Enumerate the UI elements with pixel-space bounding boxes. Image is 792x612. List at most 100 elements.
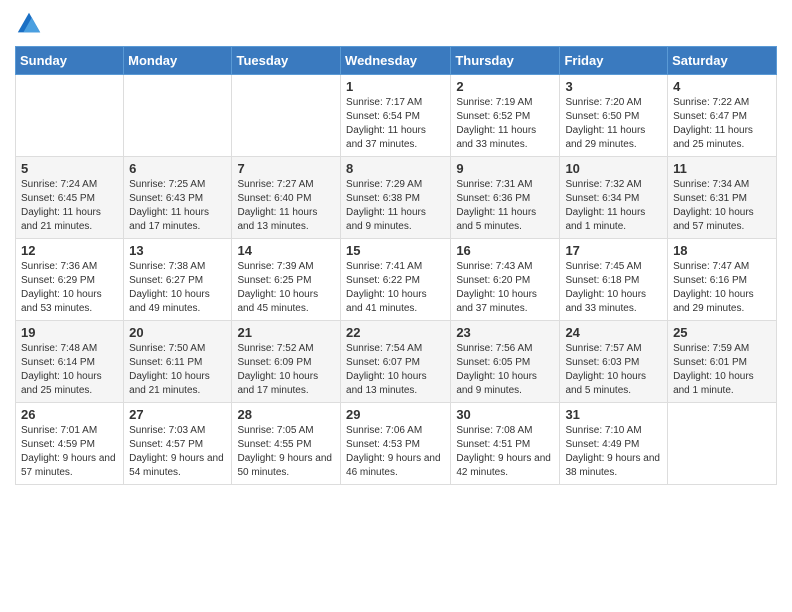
calendar-cell: 23Sunrise: 7:56 AM Sunset: 6:05 PM Dayli…	[451, 321, 560, 403]
day-number: 18	[673, 243, 771, 258]
calendar-cell: 1 Sunrise: 7:17 AM Sunset: 6:54 PM Daylig…	[341, 75, 451, 157]
day-info: Sunrise: 7:59 AM Sunset: 6:01 PM Dayligh…	[673, 342, 771, 398]
calendar-cell: 14 Sunrise: 7:39 AM Sunset: 6:25 PM Dayli…	[232, 239, 341, 321]
calendar-cell: 19 Sunrise: 7:48 AM Sunset: 6:14 PM Dayli…	[16, 321, 124, 403]
day-info: Sunrise: 7:45 AM Sunset: 6:18 PM Dayligh…	[565, 260, 662, 316]
weekday-header: Sunday	[16, 47, 124, 75]
weekday-header: Thursday	[451, 47, 560, 75]
day-info: Sunrise: 7:01 AM Sunset: 4:59 PM Dayligh…	[21, 424, 118, 480]
weekday-header: Tuesday	[232, 47, 341, 75]
day-info: Sunrise: 7:27 AM Sunset: 6:40 PM Dayligh…	[237, 178, 335, 234]
calendar-cell	[232, 75, 341, 157]
day-number: 10	[565, 161, 662, 176]
calendar-cell: 4 Sunrise: 7:22 AM Sunset: 6:47 PM Daylig…	[668, 75, 777, 157]
page-header	[15, 10, 777, 38]
day-number: 5	[21, 161, 118, 176]
day-info: Sunrise: 7:19 AM Sunset: 6:52 PM Dayligh…	[456, 96, 554, 152]
weekday-header: Saturday	[668, 47, 777, 75]
day-info: Sunrise: 7:24 AM Sunset: 6:45 PM Dayligh…	[21, 178, 118, 234]
day-number: 31	[565, 407, 662, 422]
weekday-header: Friday	[560, 47, 668, 75]
day-number: 17	[565, 243, 662, 258]
calendar-cell: 2Sunrise: 7:19 AM Sunset: 6:52 PM Daylig…	[451, 75, 560, 157]
day-info: Sunrise: 7:52 AM Sunset: 6:09 PM Dayligh…	[237, 342, 335, 398]
calendar-cell: 12Sunrise: 7:36 AM Sunset: 6:29 PM Dayli…	[16, 239, 124, 321]
day-info: Sunrise: 7:17 AM Sunset: 6:54 PM Dayligh…	[346, 96, 445, 152]
day-info: Sunrise: 7:10 AM Sunset: 4:49 PM Dayligh…	[565, 424, 662, 480]
calendar-cell	[668, 403, 777, 485]
calendar-cell: 17 Sunrise: 7:45 AM Sunset: 6:18 PM Dayli…	[560, 239, 668, 321]
calendar-cell: 5 Sunrise: 7:24 AM Sunset: 6:45 PM Daylig…	[16, 157, 124, 239]
day-info: Sunrise: 7:22 AM Sunset: 6:47 PM Dayligh…	[673, 96, 771, 152]
calendar-cell	[124, 75, 232, 157]
calendar-cell: 21 Sunrise: 7:52 AM Sunset: 6:09 PM Dayli…	[232, 321, 341, 403]
calendar-cell: 26 Sunrise: 7:01 AM Sunset: 4:59 PM Dayli…	[16, 403, 124, 485]
calendar-cell: 22Sunrise: 7:54 AM Sunset: 6:07 PM Dayli…	[341, 321, 451, 403]
day-number: 29	[346, 407, 445, 422]
day-info: Sunrise: 7:39 AM Sunset: 6:25 PM Dayligh…	[237, 260, 335, 316]
day-number: 15	[346, 243, 445, 258]
day-number: 6	[129, 161, 226, 176]
calendar-cell: 6 Sunrise: 7:25 AM Sunset: 6:43 PM Daylig…	[124, 157, 232, 239]
day-number: 20	[129, 325, 226, 340]
day-info: Sunrise: 7:34 AM Sunset: 6:31 PM Dayligh…	[673, 178, 771, 234]
day-info: Sunrise: 7:57 AM Sunset: 6:03 PM Dayligh…	[565, 342, 662, 398]
calendar-week-row: 5 Sunrise: 7:24 AM Sunset: 6:45 PM Daylig…	[16, 157, 777, 239]
calendar-cell: 7 Sunrise: 7:27 AM Sunset: 6:40 PM Daylig…	[232, 157, 341, 239]
day-info: Sunrise: 7:06 AM Sunset: 4:53 PM Dayligh…	[346, 424, 445, 480]
calendar-week-row: 26 Sunrise: 7:01 AM Sunset: 4:59 PM Dayli…	[16, 403, 777, 485]
day-number: 26	[21, 407, 118, 422]
calendar-cell: 30 Sunrise: 7:08 AM Sunset: 4:51 PM Dayli…	[451, 403, 560, 485]
calendar-cell: 16 Sunrise: 7:43 AM Sunset: 6:20 PM Dayli…	[451, 239, 560, 321]
day-info: Sunrise: 7:38 AM Sunset: 6:27 PM Dayligh…	[129, 260, 226, 316]
weekday-header: Wednesday	[341, 47, 451, 75]
calendar-cell: 9 Sunrise: 7:31 AM Sunset: 6:36 PM Daylig…	[451, 157, 560, 239]
calendar-cell: 8 Sunrise: 7:29 AM Sunset: 6:38 PM Daylig…	[341, 157, 451, 239]
day-info: Sunrise: 7:41 AM Sunset: 6:22 PM Dayligh…	[346, 260, 445, 316]
day-info: Sunrise: 7:25 AM Sunset: 6:43 PM Dayligh…	[129, 178, 226, 234]
day-info: Sunrise: 7:54 AM Sunset: 6:07 PM Dayligh…	[346, 342, 445, 398]
day-number: 30	[456, 407, 554, 422]
day-info: Sunrise: 7:36 AM Sunset: 6:29 PM Dayligh…	[21, 260, 118, 316]
day-number: 11	[673, 161, 771, 176]
logo	[15, 10, 47, 38]
day-number: 21	[237, 325, 335, 340]
calendar-cell: 27Sunrise: 7:03 AM Sunset: 4:57 PM Dayli…	[124, 403, 232, 485]
day-info: Sunrise: 7:20 AM Sunset: 6:50 PM Dayligh…	[565, 96, 662, 152]
logo-icon	[15, 10, 43, 38]
calendar-cell: 10 Sunrise: 7:32 AM Sunset: 6:34 PM Dayli…	[560, 157, 668, 239]
day-number: 9	[456, 161, 554, 176]
day-info: Sunrise: 7:03 AM Sunset: 4:57 PM Dayligh…	[129, 424, 226, 480]
day-number: 1	[346, 79, 445, 94]
calendar-cell: 15 Sunrise: 7:41 AM Sunset: 6:22 PM Dayli…	[341, 239, 451, 321]
calendar-cell: 29 Sunrise: 7:06 AM Sunset: 4:53 PM Dayli…	[341, 403, 451, 485]
day-info: Sunrise: 7:32 AM Sunset: 6:34 PM Dayligh…	[565, 178, 662, 234]
calendar-cell	[16, 75, 124, 157]
weekday-header-row: SundayMondayTuesdayWednesdayThursdayFrid…	[16, 47, 777, 75]
day-info: Sunrise: 7:43 AM Sunset: 6:20 PM Dayligh…	[456, 260, 554, 316]
calendar-cell: 3 Sunrise: 7:20 AM Sunset: 6:50 PM Daylig…	[560, 75, 668, 157]
day-info: Sunrise: 7:47 AM Sunset: 6:16 PM Dayligh…	[673, 260, 771, 316]
day-number: 16	[456, 243, 554, 258]
day-info: Sunrise: 7:50 AM Sunset: 6:11 PM Dayligh…	[129, 342, 226, 398]
day-info: Sunrise: 7:31 AM Sunset: 6:36 PM Dayligh…	[456, 178, 554, 234]
day-number: 8	[346, 161, 445, 176]
day-info: Sunrise: 7:29 AM Sunset: 6:38 PM Dayligh…	[346, 178, 445, 234]
calendar: SundayMondayTuesdayWednesdayThursdayFrid…	[15, 46, 777, 485]
day-number: 3	[565, 79, 662, 94]
calendar-cell: 31 Sunrise: 7:10 AM Sunset: 4:49 PM Dayli…	[560, 403, 668, 485]
weekday-header: Monday	[124, 47, 232, 75]
day-number: 28	[237, 407, 335, 422]
day-info: Sunrise: 7:48 AM Sunset: 6:14 PM Dayligh…	[21, 342, 118, 398]
day-number: 25	[673, 325, 771, 340]
day-number: 14	[237, 243, 335, 258]
calendar-cell: 18 Sunrise: 7:47 AM Sunset: 6:16 PM Dayli…	[668, 239, 777, 321]
day-number: 13	[129, 243, 226, 258]
day-number: 4	[673, 79, 771, 94]
day-number: 7	[237, 161, 335, 176]
calendar-week-row: 12Sunrise: 7:36 AM Sunset: 6:29 PM Dayli…	[16, 239, 777, 321]
day-info: Sunrise: 7:05 AM Sunset: 4:55 PM Dayligh…	[237, 424, 335, 480]
day-info: Sunrise: 7:08 AM Sunset: 4:51 PM Dayligh…	[456, 424, 554, 480]
calendar-cell: 20 Sunrise: 7:50 AM Sunset: 6:11 PM Dayli…	[124, 321, 232, 403]
day-number: 19	[21, 325, 118, 340]
